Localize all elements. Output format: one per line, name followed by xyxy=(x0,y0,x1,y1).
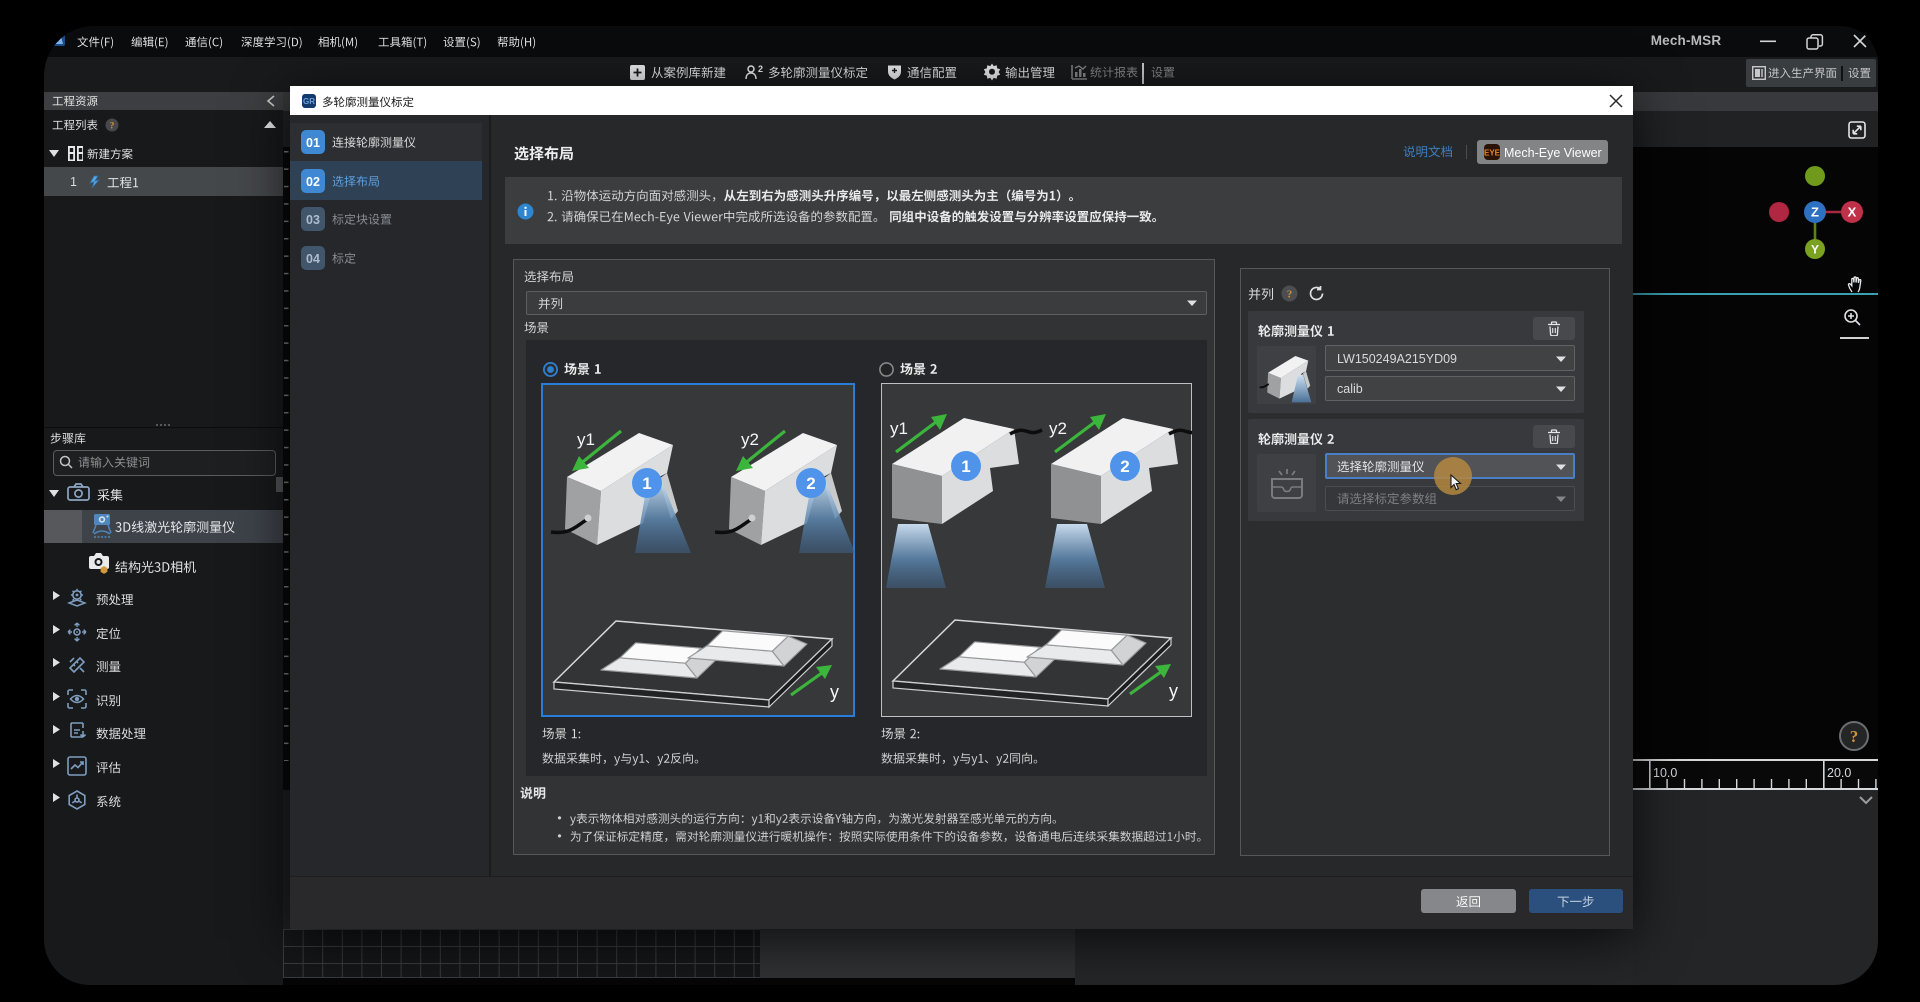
svg-text:y2: y2 xyxy=(1049,419,1067,438)
svg-text:Z: Z xyxy=(1811,205,1819,220)
svg-text:1: 1 xyxy=(642,474,651,493)
svg-text:2: 2 xyxy=(806,474,815,493)
svg-text:1: 1 xyxy=(961,457,970,476)
svg-text:y1: y1 xyxy=(577,430,595,449)
svg-text:2: 2 xyxy=(758,64,763,74)
svg-text:GR: GR xyxy=(303,97,315,106)
svg-text:EYE: EYE xyxy=(1484,149,1500,158)
svg-text:2: 2 xyxy=(1120,457,1129,476)
svg-text:X: X xyxy=(1848,205,1857,220)
svg-text:y: y xyxy=(830,682,839,702)
svg-text:?: ? xyxy=(110,122,115,132)
svg-text:y2: y2 xyxy=(741,430,759,449)
svg-text:?: ? xyxy=(1287,289,1293,301)
svg-text:Y: Y xyxy=(1811,243,1819,257)
svg-text:?: ? xyxy=(1850,727,1859,746)
svg-text:y1: y1 xyxy=(890,419,908,438)
svg-text:y: y xyxy=(1169,681,1178,701)
